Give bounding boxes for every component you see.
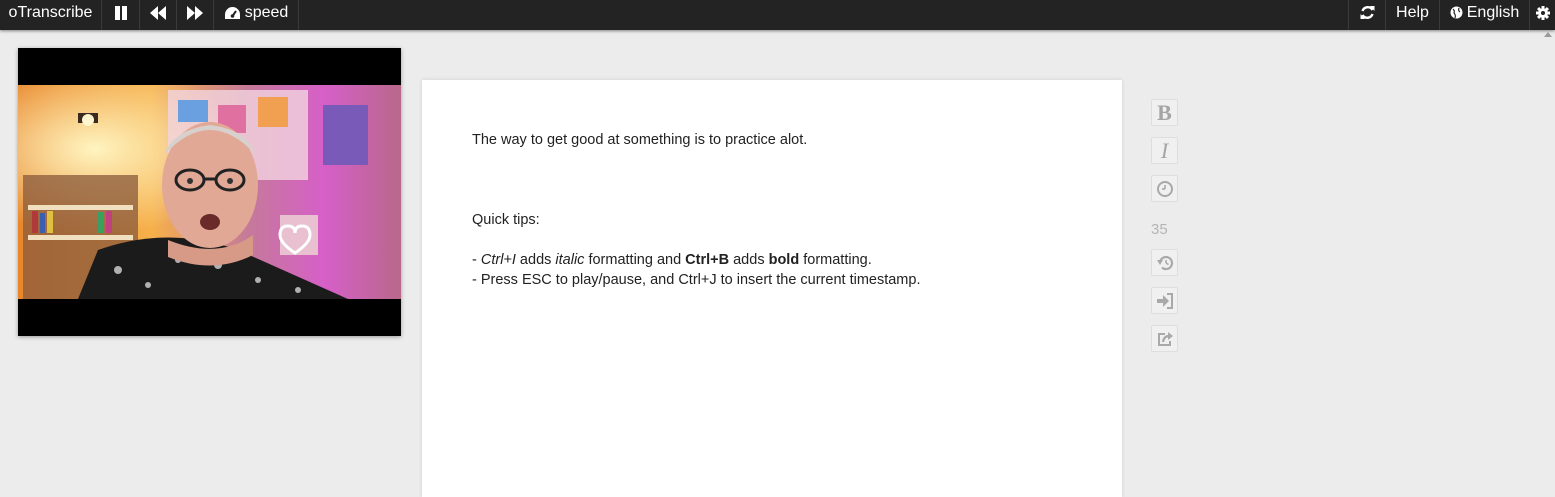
forward-button[interactable]: [177, 0, 214, 30]
tip-formatting[interactable]: - Ctrl+I adds italic formatting and Ctrl…: [472, 252, 872, 268]
gear-icon: [1535, 5, 1550, 20]
pause-icon: [114, 5, 127, 20]
tachometer-icon: [224, 6, 240, 19]
scroll-up-arrow[interactable]: [1544, 32, 1552, 37]
rewind-icon: [150, 5, 166, 20]
rewind-seconds[interactable]: 35: [1151, 221, 1168, 238]
history-icon: [1156, 255, 1173, 270]
refresh-button[interactable]: [1348, 0, 1385, 30]
settings-button[interactable]: [1529, 0, 1555, 30]
globe-icon: [1450, 6, 1463, 19]
top-bar: oTranscribe speed Help English: [0, 0, 1555, 30]
bold-button[interactable]: B: [1151, 99, 1178, 126]
tip-shortcuts[interactable]: - Press ESC to play/pause, and Ctrl+J to…: [472, 272, 920, 288]
transcript-line[interactable]: The way to get good at something is to p…: [472, 132, 807, 148]
transcript-editor[interactable]: The way to get good at something is to p…: [422, 80, 1122, 497]
export-button[interactable]: [1151, 325, 1178, 352]
timestamp-button[interactable]: [1151, 175, 1178, 202]
italic-button[interactable]: I: [1151, 137, 1178, 164]
video-player[interactable]: [18, 48, 401, 336]
import-button[interactable]: [1151, 287, 1178, 314]
sign-in-icon: [1156, 292, 1173, 309]
tips-heading[interactable]: Quick tips:: [472, 212, 540, 228]
help-button[interactable]: Help: [1385, 0, 1439, 30]
history-button[interactable]: [1151, 249, 1178, 276]
speed-button[interactable]: speed: [214, 0, 299, 30]
app-title[interactable]: oTranscribe: [0, 0, 102, 30]
clock-icon: [1156, 180, 1173, 197]
rewind-button[interactable]: [140, 0, 177, 30]
share-icon: [1157, 331, 1173, 346]
pause-button[interactable]: [102, 0, 140, 30]
language-button[interactable]: English: [1439, 0, 1529, 30]
video-frame: [18, 85, 401, 299]
speed-label: speed: [244, 4, 289, 21]
refresh-icon: [1360, 6, 1374, 19]
language-label: English: [1466, 4, 1520, 21]
fast-forward-icon: [187, 5, 203, 20]
